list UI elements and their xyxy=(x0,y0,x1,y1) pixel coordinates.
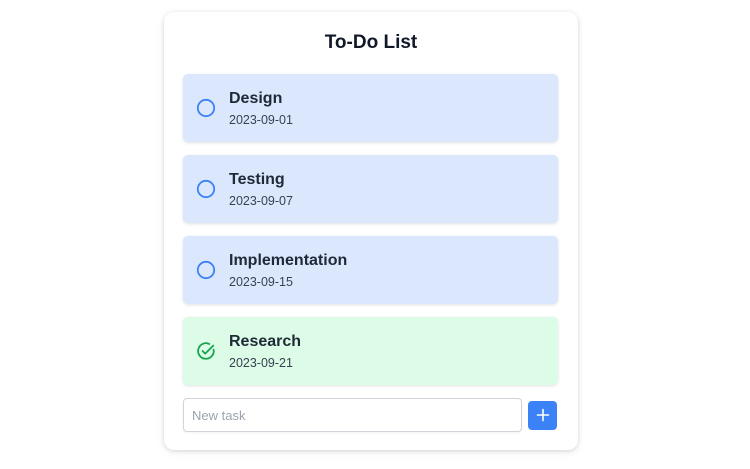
task-item-implementation[interactable]: Implementation 2023-09-15 xyxy=(183,236,558,304)
check-circle-icon[interactable] xyxy=(195,340,217,362)
task-name: Implementation xyxy=(229,251,348,269)
page-title: To-Do List xyxy=(324,32,418,53)
circle-icon[interactable] xyxy=(195,259,217,281)
task-text: Design 2023-09-01 xyxy=(229,89,293,128)
task-date: 2023-09-07 xyxy=(229,193,293,208)
plus-icon xyxy=(536,408,550,422)
new-task-input[interactable] xyxy=(183,398,522,432)
task-date: 2023-09-21 xyxy=(229,355,293,370)
add-task-button[interactable] xyxy=(528,400,557,430)
todo-card: To-Do List Design 2023-09-01 Testing 202… xyxy=(164,12,578,450)
circle-icon[interactable] xyxy=(195,97,217,119)
add-task-row xyxy=(183,398,558,432)
task-text: Research 2023-09-21 xyxy=(229,332,301,371)
task-text: Testing 2023-09-07 xyxy=(229,170,293,209)
task-name: Design xyxy=(229,89,283,107)
task-list: Design 2023-09-01 Testing 2023-09-07 Imp… xyxy=(183,74,558,398)
task-item-testing[interactable]: Testing 2023-09-07 xyxy=(183,155,558,223)
circle-icon[interactable] xyxy=(195,178,217,200)
task-date: 2023-09-01 xyxy=(229,112,293,127)
task-date: 2023-09-15 xyxy=(229,274,293,289)
task-text: Implementation 2023-09-15 xyxy=(229,251,347,290)
task-item-research[interactable]: Research 2023-09-21 xyxy=(183,317,558,385)
task-item-design[interactable]: Design 2023-09-01 xyxy=(183,74,558,142)
task-name: Testing xyxy=(229,170,285,188)
task-name: Research xyxy=(229,332,302,350)
